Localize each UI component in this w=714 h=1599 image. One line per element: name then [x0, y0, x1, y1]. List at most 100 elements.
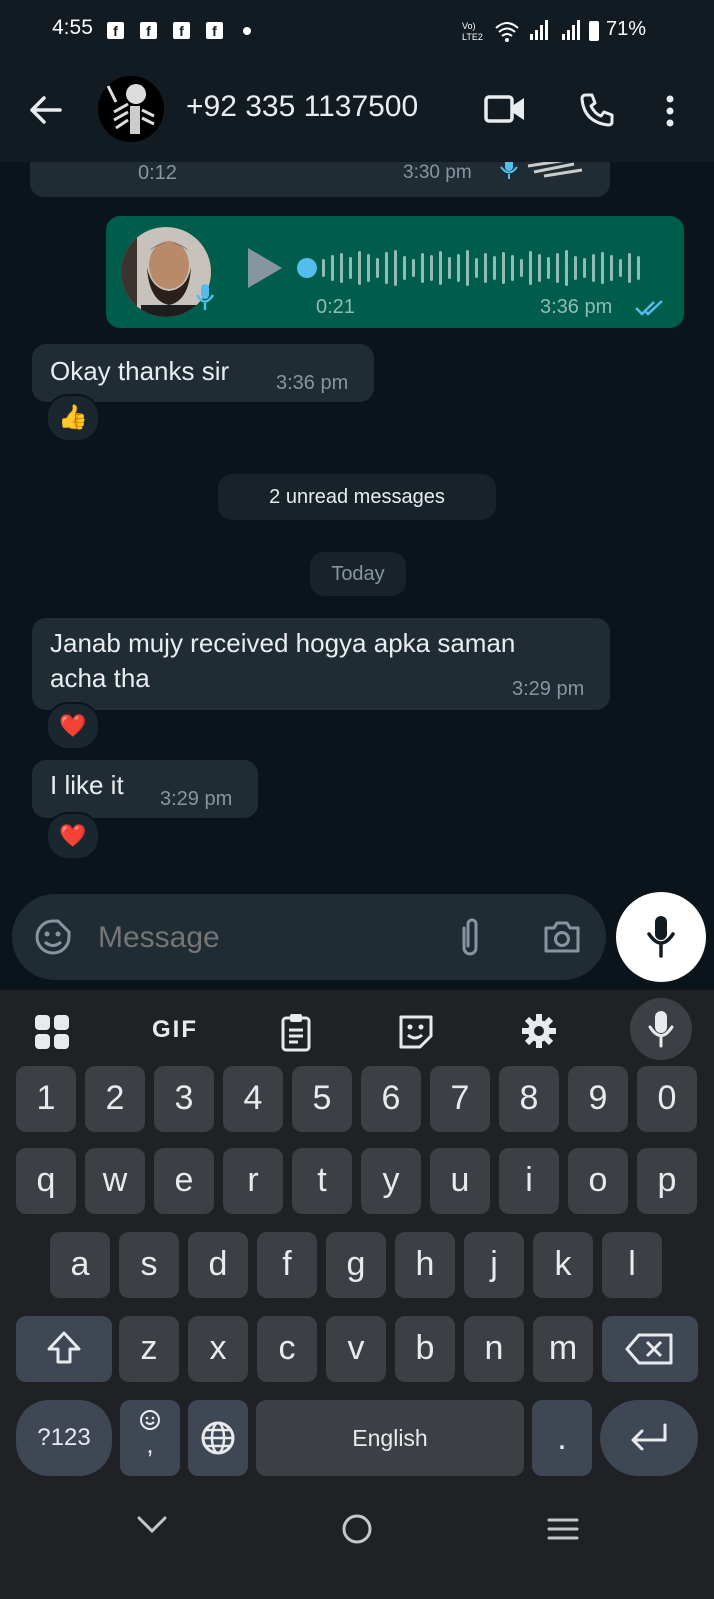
apps-grid-icon[interactable] [34, 1014, 70, 1050]
facebook-notification-icon: f [173, 22, 190, 39]
key-y[interactable]: y [361, 1148, 421, 1214]
keyboard[interactable]: GIF 1 2 3 4 5 6 7 8 9 0 q w e r t y u i … [0, 990, 714, 1599]
microphone-icon [647, 916, 675, 958]
incoming-message[interactable]: Okay thanks sir 3:36 pm [32, 344, 374, 402]
waveform-bar [529, 251, 532, 285]
voice-typing-button[interactable] [630, 998, 692, 1060]
key-l[interactable]: l [602, 1232, 662, 1298]
attach-icon[interactable] [458, 916, 482, 958]
waveform-bar [502, 252, 505, 284]
key-e[interactable]: e [154, 1148, 214, 1214]
clipboard-icon[interactable] [280, 1012, 312, 1052]
key-x[interactable]: x [188, 1316, 248, 1382]
space-key[interactable]: English [256, 1400, 524, 1476]
key-8[interactable]: 8 [499, 1066, 559, 1132]
message-compose-bar[interactable] [12, 894, 606, 980]
svg-text:LTE2: LTE2 [462, 32, 483, 42]
shift-key[interactable] [16, 1316, 112, 1382]
video-call-icon[interactable] [484, 94, 526, 124]
period-key[interactable]: . [532, 1400, 592, 1476]
key-6[interactable]: 6 [361, 1066, 421, 1132]
key-k[interactable]: k [533, 1232, 593, 1298]
key-5[interactable]: 5 [292, 1066, 352, 1132]
key-3[interactable]: 3 [154, 1066, 214, 1132]
date-divider: Today [310, 552, 406, 596]
waveform-bar [610, 255, 613, 281]
waveform-bar [448, 257, 451, 279]
key-0[interactable]: 0 [637, 1066, 697, 1132]
chat-area[interactable]: 0:12 3:30 pm 0:21 3:36 pm Okay thanks si… [0, 162, 714, 992]
emoji-sticker-icon[interactable] [34, 918, 72, 956]
sticker-icon[interactable] [398, 1014, 434, 1050]
nav-recents-icon[interactable] [546, 1516, 580, 1542]
waveform-bar [457, 254, 460, 282]
svg-text:Vo): Vo) [462, 21, 476, 31]
key-9[interactable]: 9 [568, 1066, 628, 1132]
message-text-line-2: acha tha [50, 663, 150, 693]
key-z[interactable]: z [119, 1316, 179, 1382]
key-c[interactable]: c [257, 1316, 317, 1382]
key-w[interactable]: w [85, 1148, 145, 1214]
gif-button[interactable]: GIF [152, 1016, 198, 1044]
key-g[interactable]: g [326, 1232, 386, 1298]
symbols-key[interactable]: ?123 [16, 1400, 112, 1476]
reaction-badge[interactable]: 👍 [46, 394, 100, 442]
back-arrow-icon[interactable] [28, 94, 64, 126]
key-m[interactable]: m [533, 1316, 593, 1382]
nav-back-icon[interactable] [136, 1514, 168, 1536]
reaction-badge[interactable]: ❤️ [46, 702, 100, 750]
enter-icon [631, 1423, 667, 1451]
key-u[interactable]: u [430, 1148, 490, 1214]
key-o[interactable]: o [568, 1148, 628, 1214]
emoji-comma-key[interactable]: , [120, 1400, 180, 1476]
key-4[interactable]: 4 [223, 1066, 283, 1132]
key-r[interactable]: r [223, 1148, 283, 1214]
incoming-message[interactable]: Janab mujy received hogya apka saman ach… [32, 618, 610, 710]
key-2[interactable]: 2 [85, 1066, 145, 1132]
key-b[interactable]: b [395, 1316, 455, 1382]
waveform-bar [376, 258, 379, 278]
key-f[interactable]: f [257, 1232, 317, 1298]
message-input[interactable] [96, 914, 430, 962]
waveform-bar [556, 253, 559, 283]
key-i[interactable]: i [499, 1148, 559, 1214]
camera-icon[interactable] [542, 920, 582, 954]
skeleton-avatar-icon [527, 162, 583, 178]
record-voice-button[interactable] [616, 892, 706, 982]
heart-icon: ❤️ [59, 713, 87, 738]
key-a[interactable]: a [50, 1232, 110, 1298]
key-q[interactable]: q [16, 1148, 76, 1214]
nav-home-icon[interactable] [340, 1512, 374, 1546]
contact-avatar[interactable] [98, 76, 164, 142]
voice-call-icon[interactable] [578, 92, 614, 128]
incoming-message[interactable]: I like it 3:29 pm [32, 760, 258, 818]
key-1[interactable]: 1 [16, 1066, 76, 1132]
waveform-bar [520, 259, 523, 277]
more-options-icon[interactable] [664, 94, 676, 128]
key-n[interactable]: n [464, 1316, 524, 1382]
previous-voice-message[interactable]: 0:12 3:30 pm [30, 162, 610, 197]
play-icon[interactable] [244, 246, 284, 290]
message-time: 3:36 pm [276, 372, 349, 394]
language-key[interactable] [188, 1400, 248, 1476]
key-j[interactable]: j [464, 1232, 524, 1298]
waveform-bar [367, 254, 370, 282]
waveform-bar [628, 253, 631, 283]
key-h[interactable]: h [395, 1232, 455, 1298]
backspace-key[interactable] [602, 1316, 698, 1382]
key-t[interactable]: t [292, 1148, 352, 1214]
thumbs-up-icon: 👍 [58, 404, 88, 431]
contact-name[interactable]: +92 335 1137500 [186, 90, 418, 124]
enter-key[interactable] [600, 1400, 698, 1476]
reaction-badge[interactable]: ❤️ [46, 812, 100, 860]
key-v[interactable]: v [326, 1316, 386, 1382]
settings-gear-icon[interactable] [520, 1012, 558, 1050]
waveform-bar [574, 256, 577, 280]
waveform-bar [484, 253, 487, 283]
voice-waveform[interactable] [296, 246, 666, 290]
key-p[interactable]: p [637, 1148, 697, 1214]
key-7[interactable]: 7 [430, 1066, 490, 1132]
key-s[interactable]: s [119, 1232, 179, 1298]
outgoing-voice-message[interactable]: 0:21 3:36 pm [106, 216, 684, 328]
key-d[interactable]: d [188, 1232, 248, 1298]
